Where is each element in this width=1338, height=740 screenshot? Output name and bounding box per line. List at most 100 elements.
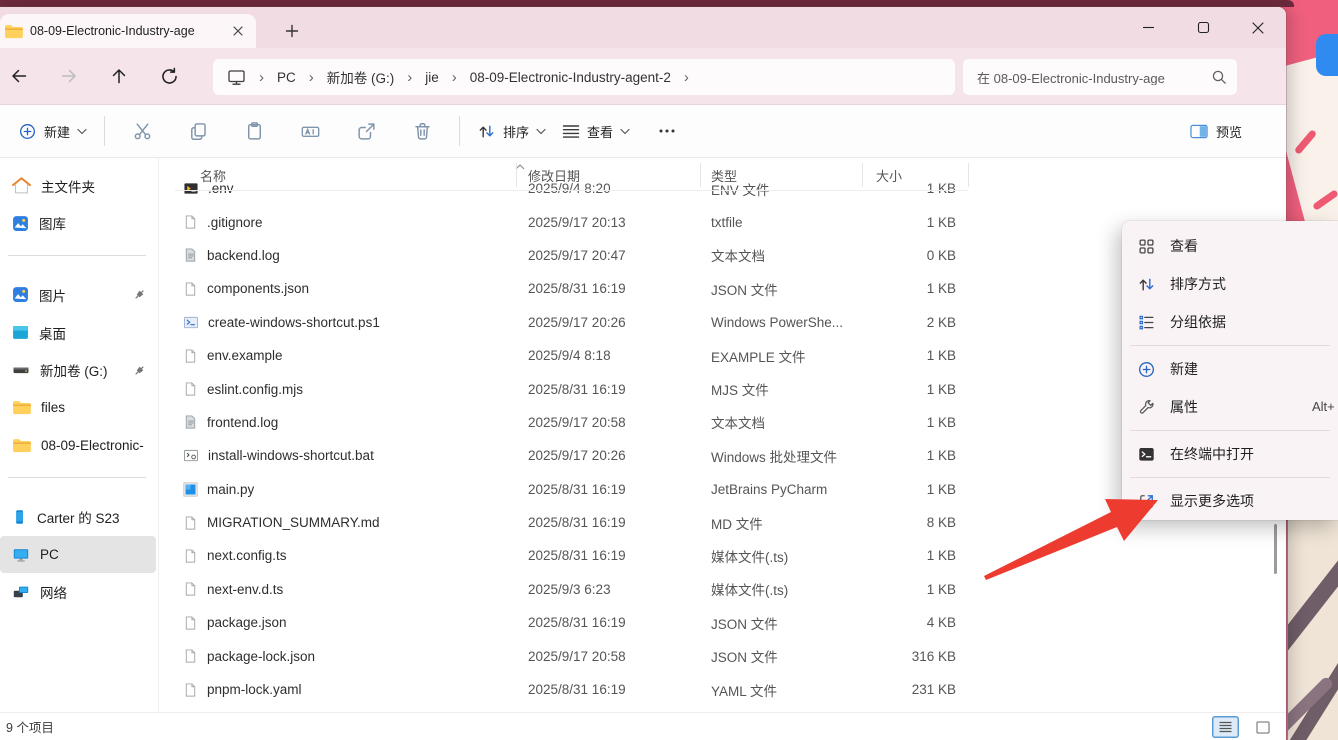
view-button[interactable]: 查看 (554, 116, 638, 147)
file-icon (183, 348, 198, 364)
column-separator[interactable] (700, 163, 701, 187)
file-icon (183, 581, 198, 597)
status-bar: 9 个项目 (0, 712, 1286, 740)
thumbnail-view-toggle[interactable] (1249, 716, 1276, 738)
sidebar-item-desktop[interactable]: 桌面 (0, 314, 156, 352)
file-size: 1 KB (866, 548, 962, 563)
preview-button[interactable]: 预览 (1181, 116, 1250, 147)
view-lines-icon (562, 124, 580, 139)
new-button[interactable]: 新建 (10, 116, 95, 147)
sidebar-item-home[interactable]: 主文件夹 (0, 167, 156, 205)
sidebar-item-label: 新加卷 (G:) (40, 360, 108, 380)
tab-close-icon[interactable] (228, 21, 248, 41)
table-row[interactable]: MIGRATION_SUMMARY.md2025/8/31 16:19MD 文件… (175, 506, 975, 539)
list-view-toggle[interactable] (1212, 716, 1239, 738)
breadcrumb-item[interactable]: 新加卷 (G:) (327, 67, 395, 87)
sort-icon (477, 122, 496, 141)
sidebar-item-project-folder[interactable]: 08-09-Electronic- (0, 427, 156, 465)
copy-button (186, 119, 210, 143)
new-tab-button[interactable] (280, 19, 304, 43)
clipboard-buttons (114, 119, 450, 143)
column-header-size[interactable]: 大小 (866, 166, 962, 185)
search-icon[interactable] (1211, 69, 1227, 85)
menu-item-group-by[interactable]: 分组依据 (1122, 303, 1338, 341)
table-row[interactable]: pnpm-lock.yaml2025/8/31 16:19YAML 文件231 … (175, 673, 975, 706)
breadcrumb-item[interactable]: 08-09-Electronic-Industry-agent-2 (470, 70, 671, 85)
desktop-app-icon[interactable] (1316, 34, 1338, 76)
py-file-icon (183, 482, 198, 497)
table-row[interactable]: next.config.ts2025/8/31 16:19媒体文件(.ts)1 … (175, 539, 975, 572)
table-row[interactable]: .env2025/9/4 8:20ENV 文件1 KB (175, 183, 975, 205)
item-count: 9 个项目 (6, 717, 54, 736)
file-type: Windows 批处理文件 (711, 446, 866, 466)
context-menu: 查看排序方式分组依据新建属性Alt+ 在终端中打开显示更多选项 (1122, 221, 1338, 520)
back-button[interactable] (1, 58, 37, 94)
more-options-button[interactable] (652, 116, 682, 146)
search-box[interactable] (963, 59, 1237, 95)
refresh-button[interactable] (151, 58, 187, 94)
menu-item-view[interactable]: 查看 (1122, 227, 1338, 265)
column-header-date[interactable]: 修改日期 (528, 166, 711, 185)
column-separator[interactable] (516, 163, 517, 187)
file-name-cell: components.json (175, 281, 528, 297)
sidebar-item-drive-g[interactable]: 新加卷 (G:) (0, 351, 156, 389)
column-header-type[interactable]: 类型 (711, 166, 866, 185)
table-row[interactable]: package-lock.json2025/9/17 20:58JSON 文件3… (175, 639, 975, 672)
column-separator[interactable] (862, 163, 863, 187)
sidebar-item-pc[interactable]: PC (0, 536, 156, 574)
sort-button[interactable]: 排序 (469, 116, 554, 147)
plus-icon (284, 23, 300, 39)
sidebar-item-pictures[interactable]: 图片 (0, 276, 156, 314)
sidebar-divider (8, 255, 146, 256)
tab-bar: 08-09-Electronic-Industry-age (0, 7, 1286, 48)
table-row[interactable]: create-windows-shortcut.ps12025/9/17 20:… (175, 306, 975, 339)
address-bar: ›PC›新加卷 (G:)›jie›08-09-Electronic-Indust… (0, 48, 1286, 105)
sidebar-item-gallery[interactable]: 图库 (0, 205, 156, 243)
menu-item-new[interactable]: 新建 (1122, 350, 1338, 388)
table-row[interactable]: .gitignore2025/9/17 20:13txtfile1 KB (175, 205, 975, 238)
menu-item-show-more-options[interactable]: 显示更多选项 (1122, 482, 1338, 520)
table-row[interactable]: frontend.log2025/9/17 20:58文本文档1 KB (175, 406, 975, 439)
file-name: frontend.log (207, 415, 278, 430)
table-row[interactable]: components.json2025/8/31 16:19JSON 文件1 K… (175, 272, 975, 305)
breadcrumb-item[interactable]: PC (277, 70, 296, 85)
file-type: 文本文档 (711, 412, 866, 432)
table-row[interactable]: next-env.d.ts2025/9/3 6:23媒体文件(.ts)1 KB (175, 573, 975, 606)
rename-icon (300, 121, 321, 142)
table-row[interactable]: eslint.config.mjs2025/8/31 16:19MJS 文件1 … (175, 372, 975, 405)
table-row[interactable]: backend.log2025/9/17 20:47文本文档0 KB (175, 239, 975, 272)
file-icon (183, 548, 198, 564)
vertical-scrollbar[interactable] (1274, 524, 1277, 574)
active-tab[interactable]: 08-09-Electronic-Industry-age (0, 14, 256, 48)
column-separator[interactable] (968, 163, 969, 187)
search-input[interactable] (977, 70, 1205, 85)
column-header-name[interactable]: 名称 (175, 166, 528, 185)
file-type: MD 文件 (711, 513, 866, 533)
maximize-button[interactable] (1183, 11, 1223, 44)
minimize-button[interactable] (1128, 11, 1168, 44)
menu-item-open-terminal[interactable]: 在终端中打开 (1122, 435, 1338, 473)
file-name-cell: install-windows-shortcut.bat (175, 448, 528, 463)
up-button[interactable] (101, 58, 137, 94)
home-icon (12, 177, 31, 194)
sidebar-item-files[interactable]: files (0, 389, 156, 427)
table-row[interactable]: install-windows-shortcut.bat2025/9/17 20… (175, 439, 975, 472)
sidebar-item-phone[interactable]: Carter 的 S23 (0, 498, 156, 536)
table-row[interactable]: main.py2025/8/31 16:19JetBrains PyCharm1… (175, 473, 975, 506)
table-row[interactable]: env.example2025/9/4 8:18EXAMPLE 文件1 KB (175, 339, 975, 372)
menu-item-sort-by[interactable]: 排序方式 (1122, 265, 1338, 303)
file-name-cell: create-windows-shortcut.ps1 (175, 315, 528, 330)
menu-item-label: 显示更多选项 (1170, 491, 1254, 511)
file-name-cell: next-env.d.ts (175, 581, 528, 597)
sort-button-label: 排序 (503, 122, 529, 141)
menu-item-properties[interactable]: 属性Alt+ (1122, 388, 1338, 426)
breadcrumb-item[interactable]: jie (425, 70, 439, 85)
close-button[interactable] (1238, 11, 1278, 44)
sidebar-item-network[interactable]: 网络 (0, 573, 156, 611)
forward-button (51, 58, 87, 94)
table-row[interactable]: package.json2025/8/31 16:19JSON 文件4 KB (175, 606, 975, 639)
file-icon (183, 648, 198, 664)
phone-icon (12, 509, 27, 525)
file-size: 1 KB (866, 215, 962, 230)
file-name-cell: pnpm-lock.yaml (175, 682, 528, 698)
